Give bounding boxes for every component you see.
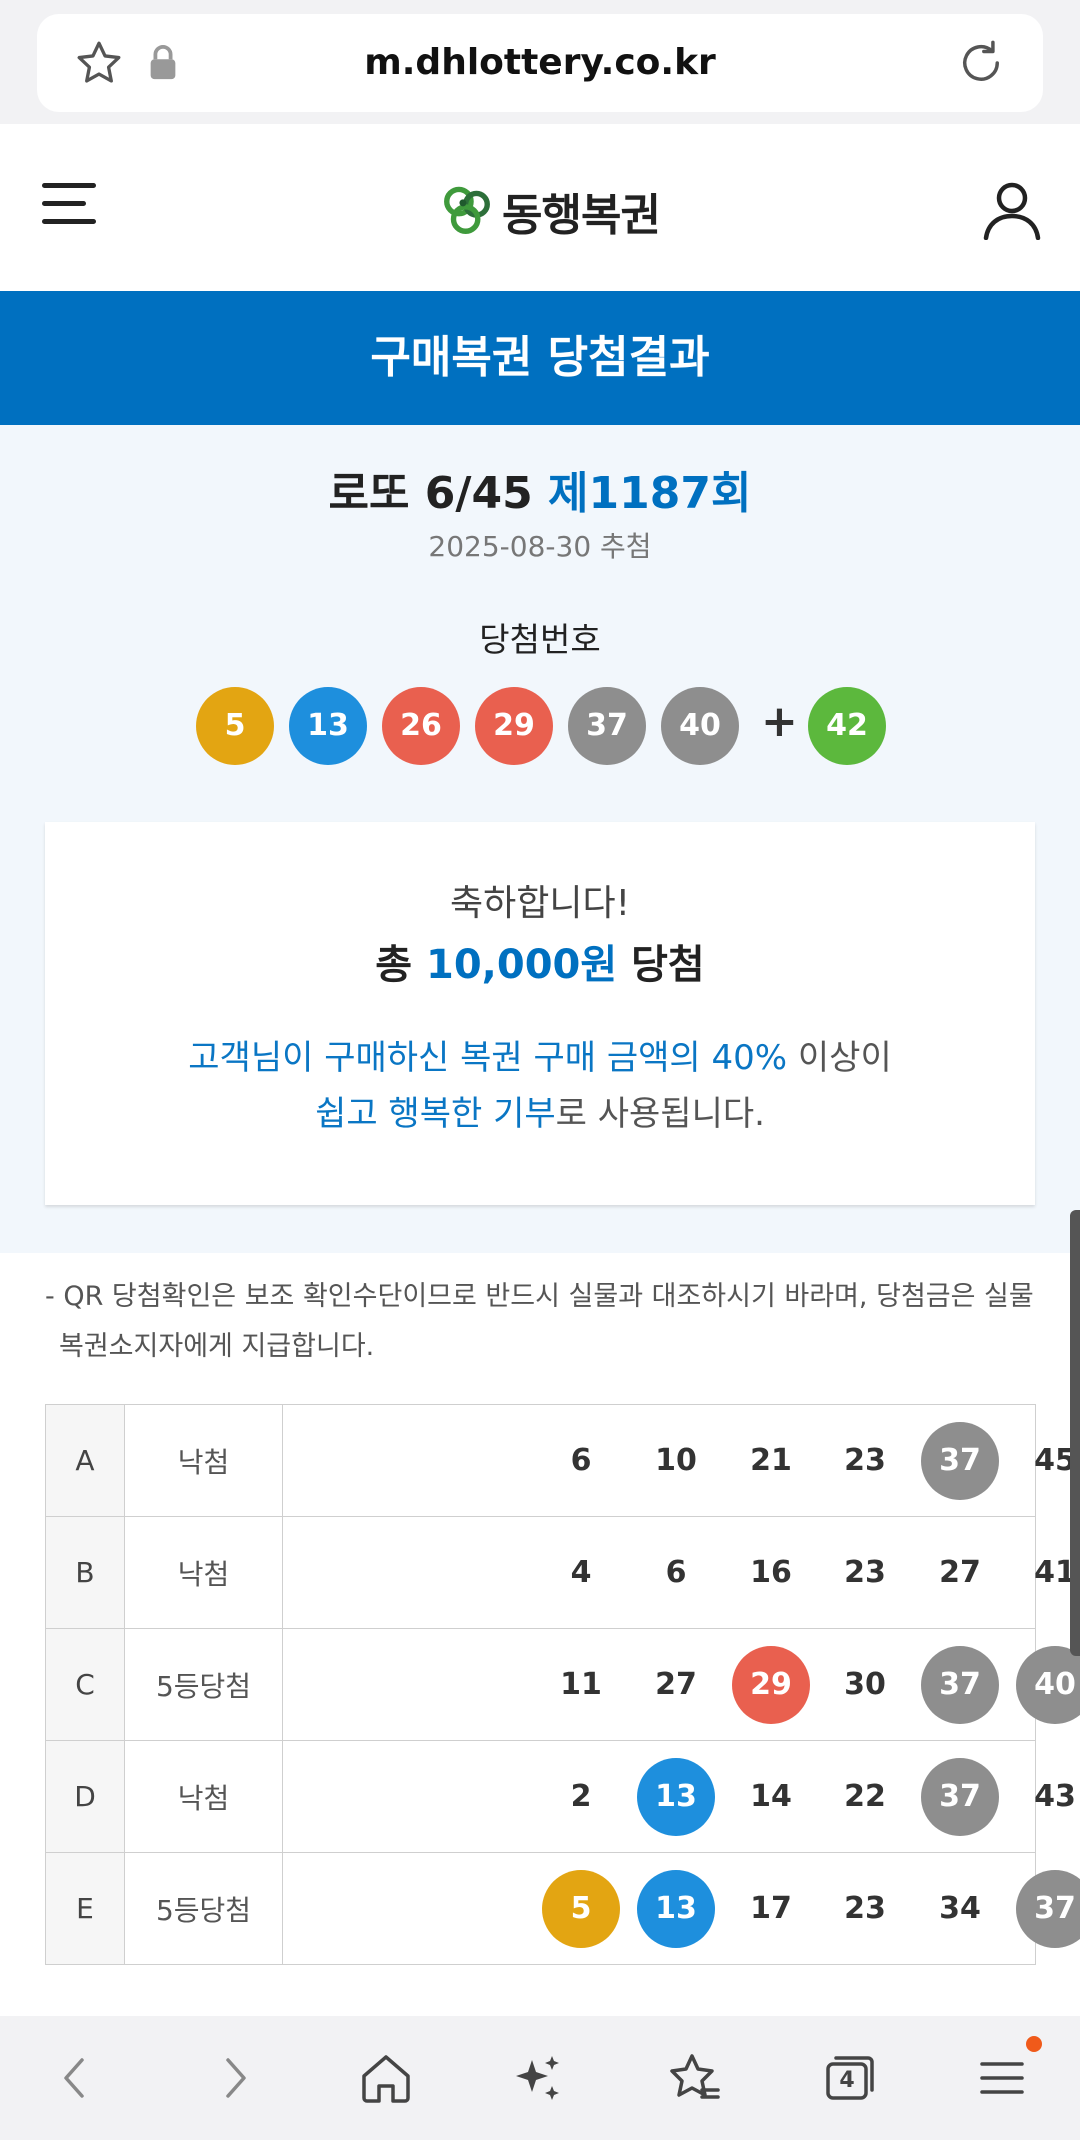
ticket-status: 낙첨 (124, 1740, 283, 1853)
ticket-number: 30 (844, 1667, 886, 1702)
site-header: 동행복권 (0, 124, 1080, 291)
ticket-status: 낙첨 (124, 1516, 283, 1629)
matched-number-ball: 29 (732, 1646, 810, 1724)
round-number: 제1187회 (548, 468, 752, 519)
prize-summary-card: 축하합니다! 총 10,000원 당첨 고객님이 구매하신 복권 구매 금액의 … (45, 822, 1035, 1205)
browser-toolbar: m.dhlottery.co.kr (0, 0, 1080, 124)
menu-icon[interactable] (970, 2046, 1034, 2110)
ticket-number: 21 (750, 1443, 792, 1478)
ticket-slot: E (45, 1852, 125, 1965)
ticket-slot: D (45, 1740, 125, 1853)
forward-icon[interactable] (202, 2046, 266, 2110)
brand-name: 동행복권 (502, 190, 661, 241)
matched-number-ball: 37 (921, 1758, 999, 1836)
ticket-number: 22 (844, 1779, 886, 1814)
ticket-number: 2 (570, 1779, 592, 1814)
bookmarks-icon[interactable] (662, 2046, 726, 2110)
ticket-status: 5등당첨 (124, 1628, 283, 1741)
matched-number-ball: 5 (542, 1870, 620, 1948)
ticket-status: 낙첨 (124, 1404, 283, 1517)
table-row: C 5등당첨 11 27 29 30 37 40 (45, 1628, 1080, 1741)
ticket-numbers: 2 13 14 22 37 43 (282, 1740, 1076, 1853)
total-prize: 총 10,000원 당첨 (45, 932, 1035, 990)
ticket-status: 5등당첨 (124, 1852, 283, 1965)
table-row: B 낙첨 4 6 16 23 27 41 (45, 1516, 1076, 1629)
ticket-number: 23 (844, 1555, 886, 1590)
matched-number-ball: 37 (921, 1646, 999, 1724)
home-icon[interactable] (354, 2046, 418, 2110)
table-row: D 낙첨 2 13 14 22 37 43 (45, 1740, 1076, 1853)
hamburger-menu-icon[interactable] (40, 179, 100, 229)
total-prefix: 총 (375, 942, 413, 988)
page-title: 구매복권 당첨결과 (0, 291, 1080, 425)
winning-number-ball: 13 (289, 687, 367, 765)
donation-line1-rest: 이상이 (797, 1038, 892, 1078)
tabs-button[interactable]: 4 (816, 2046, 880, 2110)
matched-number-ball: 40 (1016, 1646, 1080, 1724)
winning-number-ball: 26 (382, 687, 460, 765)
table-row: A 낙첨 6 10 21 23 37 45 (45, 1404, 1076, 1517)
table-row: E 5등당첨 5 13 17 23 34 37 (45, 1852, 1080, 1965)
ticket-slot: A (45, 1404, 125, 1517)
total-suffix: 당첨 (631, 942, 705, 988)
notification-badge (1026, 2036, 1042, 2052)
ticket-number: 17 (750, 1891, 792, 1926)
browser-bottom-nav: 4 (0, 2016, 1080, 2140)
ticket-number: 23 (844, 1891, 886, 1926)
ticket-number: 23 (844, 1443, 886, 1478)
winning-number-ball: 5 (196, 687, 274, 765)
ticket-number: 6 (665, 1555, 687, 1590)
ticket-number: 4 (570, 1555, 592, 1590)
brand-logo[interactable]: 동행복권 (440, 181, 661, 241)
ticket-number: 10 (655, 1443, 697, 1478)
ticket-numbers: 4 6 16 23 27 41 (282, 1516, 1076, 1629)
winning-number-ball: 37 (568, 687, 646, 765)
draw-result-section: 로또 6/45 제1187회 2025-08-30 추첨 당첨번호 5 13 26 2… (0, 425, 1080, 1253)
donation-line2-rest: 로 사용됩니다. (555, 1094, 765, 1134)
address-bar[interactable]: m.dhlottery.co.kr (37, 14, 1043, 112)
tab-count: 4 (839, 2068, 855, 2093)
ticket-numbers: 11 27 29 30 37 40 (282, 1628, 1080, 1741)
ticket-number: 43 (1034, 1779, 1076, 1814)
ticket-number: 27 (655, 1667, 697, 1702)
draw-date: 2025-08-30 추첨 (428, 530, 652, 563)
game-title: 로또 6/45 제1187회 (0, 457, 1080, 521)
matched-number-ball: 37 (921, 1422, 999, 1500)
matched-number-ball: 37 (1016, 1870, 1080, 1948)
qr-notice: - QR 당첨확인은 보조 확인수단이므로 반드시 실물과 대조하시기 바라며,… (45, 1281, 1034, 1362)
congrats-text: 축하합니다! (449, 883, 631, 924)
ticket-numbers: 5 13 17 23 34 37 (282, 1852, 1080, 1965)
bonus-number-ball: 42 (808, 687, 886, 765)
ticket-number: 27 (939, 1555, 981, 1590)
ticket-results-table: A 낙첨 6 10 21 23 37 45 B 낙첨 4 6 16 23 27 41 C 5등당첨 11 27 29 30… (45, 1404, 1080, 1965)
total-amount: 10,000원 (426, 942, 618, 988)
ticket-slot: C (45, 1628, 125, 1741)
scrollbar[interactable] (1070, 1210, 1080, 1656)
ticket-number: 6 (570, 1443, 592, 1478)
winning-numbers-label: 당첨번호 (479, 620, 601, 659)
donation-line1-highlight: 고객님이 구매하신 복권 구매 금액의 40% (188, 1038, 788, 1078)
donation-message: 고객님이 구매하신 복권 구매 금액의 40% 이상이 쉽고 행복한 기부로 사… (45, 1030, 1035, 1142)
winning-number-ball: 29 (475, 687, 553, 765)
ticket-numbers: 6 10 21 23 37 45 (282, 1404, 1076, 1517)
url-text[interactable]: m.dhlottery.co.kr (37, 14, 1043, 112)
ticket-number: 34 (939, 1891, 981, 1926)
ticket-number: 14 (750, 1779, 792, 1814)
ai-sparkle-icon[interactable] (506, 2046, 570, 2110)
matched-number-ball: 13 (637, 1870, 715, 1948)
matched-number-ball: 13 (637, 1758, 715, 1836)
bonus-plus-sign: + (761, 696, 798, 747)
ticket-slot: B (45, 1516, 125, 1629)
back-icon[interactable] (44, 2046, 108, 2110)
donation-line2-highlight: 쉽고 행복한 기부 (315, 1094, 556, 1134)
winning-number-ball: 40 (661, 687, 739, 765)
user-account-icon[interactable] (982, 180, 1042, 240)
game-name: 로또 6/45 (328, 468, 533, 519)
clover-logo-icon (444, 186, 490, 234)
reload-icon[interactable] (955, 36, 1007, 90)
ticket-number: 11 (560, 1667, 602, 1702)
ticket-number: 16 (750, 1555, 792, 1590)
